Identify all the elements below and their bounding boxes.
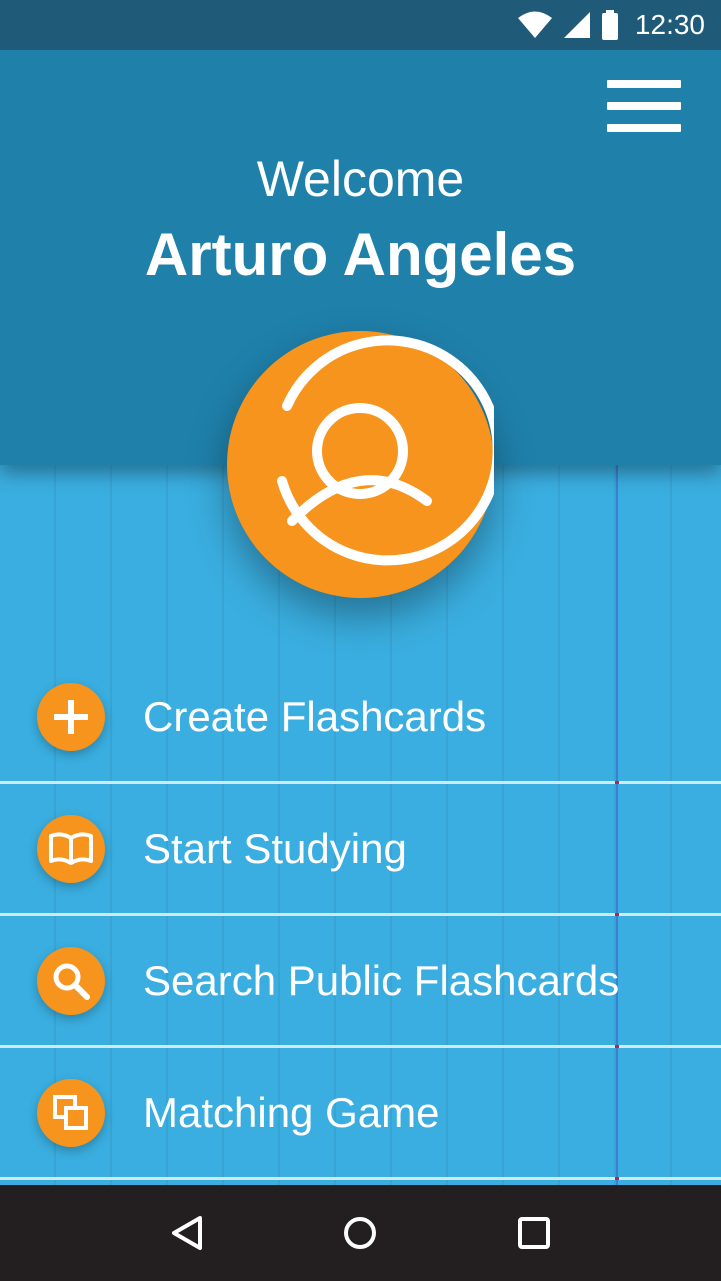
home-icon[interactable] xyxy=(330,1203,390,1263)
copy-cards-icon xyxy=(37,1078,105,1147)
search-icon xyxy=(37,946,105,1015)
user-profile-icon xyxy=(277,335,494,566)
menu-item-start-studying[interactable]: Start Studying xyxy=(0,784,721,916)
menu-item-label: Create Flashcards xyxy=(143,692,487,740)
status-time: 12:30 xyxy=(634,9,705,40)
user-name: Arturo Angeles xyxy=(144,221,577,288)
menu-item-label: Search Public Flashcards xyxy=(143,956,620,1004)
menu-item-matching-game[interactable]: Matching Game xyxy=(0,1048,721,1180)
wifi-icon xyxy=(517,11,552,38)
status-bar: 12:30 xyxy=(0,0,721,50)
menu-item-search-public-flashcards[interactable]: Search Public Flashcards xyxy=(0,916,721,1048)
margin-tick xyxy=(615,1177,619,1180)
signal-icon xyxy=(563,12,590,38)
menu-item-label: Matching Game xyxy=(143,1088,440,1136)
menu-item-label: Start Studying xyxy=(143,824,407,872)
battery-icon xyxy=(601,10,618,40)
back-icon[interactable] xyxy=(157,1203,217,1263)
menu-item-create-flashcards[interactable]: Create Flashcards xyxy=(0,652,721,784)
system-nav-bar xyxy=(0,1185,721,1281)
main-menu: Create Flashcards Start Studying Search … xyxy=(0,652,721,1180)
welcome-text: Welcome xyxy=(256,151,465,207)
hamburger-menu-icon[interactable] xyxy=(607,80,681,132)
recents-icon[interactable] xyxy=(504,1203,564,1263)
avatar[interactable] xyxy=(227,331,494,598)
book-icon xyxy=(37,814,105,883)
plus-icon xyxy=(37,682,105,751)
